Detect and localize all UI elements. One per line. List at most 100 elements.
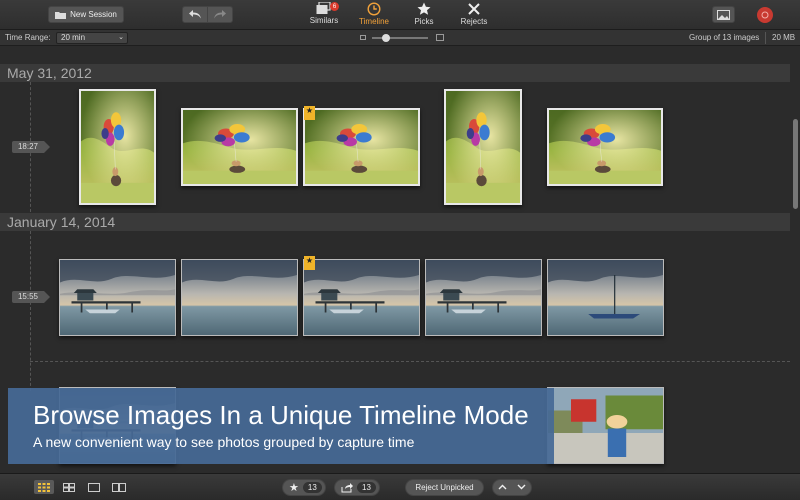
star-icon: ★ — [289, 482, 299, 494]
slider-handle[interactable] — [382, 34, 390, 42]
redo-button[interactable] — [207, 7, 232, 22]
new-session-label: New Session — [70, 10, 117, 19]
photo-image — [183, 110, 296, 184]
grid-small-icon — [38, 482, 50, 492]
photo-image — [426, 260, 541, 335]
time-range-select[interactable]: 20 min ⌄ — [56, 32, 128, 44]
toolbar: New Session 6 Similars Timeline Picks Re… — [0, 0, 800, 30]
photo-thumbnail[interactable] — [547, 259, 664, 336]
time-tag: 15:55 — [12, 291, 50, 303]
app-window: New Session 6 Similars Timeline Picks Re… — [0, 0, 800, 500]
small-thumbnail-icon — [360, 35, 366, 40]
share-count-button[interactable]: 13 — [334, 479, 380, 496]
clock-icon — [367, 2, 381, 16]
timeline-line — [30, 231, 31, 391]
bottom-bar: ★ 13 13 Reject Unpicked — [0, 473, 800, 500]
picks-count-button[interactable]: ★ 13 — [282, 479, 326, 496]
pick-flag: ★ — [304, 106, 315, 120]
image-icon — [717, 9, 730, 20]
chevron-up-icon[interactable] — [498, 483, 507, 492]
chevron-down-icon[interactable] — [517, 483, 526, 492]
navigate-group-buttons — [492, 479, 532, 496]
photo-image — [60, 260, 175, 335]
image-view-button[interactable] — [712, 6, 735, 23]
share-count: 13 — [357, 482, 376, 493]
undo-button[interactable] — [183, 7, 207, 22]
thumbnail-size-slider[interactable] — [360, 33, 444, 43]
view-grid-large-button[interactable] — [59, 480, 79, 494]
scrollbar-thumb[interactable] — [793, 119, 798, 209]
photo-thumbnail[interactable] — [547, 108, 663, 186]
grid-large-icon — [63, 482, 75, 492]
photo-thumbnail[interactable] — [547, 387, 664, 464]
filter-bar: Time Range: 20 min ⌄ Group of 13 images … — [0, 30, 800, 46]
mode-timeline[interactable]: Timeline — [350, 2, 398, 29]
time-range-label: Time Range: — [5, 33, 51, 42]
photo-image — [305, 110, 418, 184]
photo-image — [548, 388, 663, 463]
mode-rejects-label: Rejects — [460, 17, 488, 26]
history-nav — [182, 6, 233, 23]
photo-image — [548, 260, 663, 335]
view-grid-small-button[interactable] — [34, 480, 54, 494]
view-compare-button[interactable] — [109, 480, 129, 494]
mode-rejects[interactable]: Rejects — [450, 2, 498, 29]
date-header: May 31, 2012 — [0, 64, 790, 82]
compare-view-icon — [112, 482, 126, 492]
reject-unpicked-button[interactable]: Reject Unpicked — [405, 479, 484, 496]
similars-badge: 6 — [330, 2, 339, 11]
share-icon — [341, 482, 353, 492]
reject-unpicked-label: Reject Unpicked — [415, 483, 474, 492]
star-icon — [417, 2, 431, 15]
promo-banner: Browse Images In a Unique Timeline Mode … — [8, 388, 554, 464]
view-single-button[interactable] — [84, 480, 104, 494]
mode-similars-label: Similars — [309, 16, 339, 25]
group-time: 18:27 — [17, 142, 39, 151]
time-tag: 18:27 — [12, 141, 50, 153]
pick-flag: ★ — [304, 256, 315, 270]
picks-count: 13 — [302, 482, 322, 493]
photo-image — [446, 91, 520, 203]
mode-picks-label: Picks — [414, 17, 434, 26]
time-range-value: 20 min — [61, 33, 86, 42]
section-divider — [30, 361, 790, 362]
group-time: 15:55 — [17, 292, 39, 301]
star-icon: ★ — [305, 256, 314, 265]
mode-similars[interactable]: 6 Similars — [300, 2, 348, 29]
photo-thumbnail[interactable] — [79, 89, 156, 205]
photo-thumbnail[interactable] — [59, 259, 176, 336]
photo-thumbnail[interactable] — [303, 108, 420, 186]
star-icon: ★ — [305, 106, 314, 115]
photo-image — [81, 91, 154, 203]
photo-image — [549, 110, 661, 184]
section-date: January 14, 2014 — [7, 214, 116, 230]
slider-track — [372, 37, 428, 39]
record-icon — [761, 11, 769, 19]
single-view-icon — [88, 482, 100, 492]
close-icon — [468, 3, 480, 15]
photo-image — [304, 260, 419, 335]
photo-image — [182, 260, 297, 335]
vertical-scrollbar[interactable] — [791, 47, 800, 473]
undo-icon — [189, 10, 201, 19]
photo-thumbnail[interactable] — [181, 108, 298, 186]
photo-thumbnail[interactable] — [181, 259, 298, 336]
record-button[interactable] — [757, 7, 773, 23]
large-thumbnail-icon — [436, 34, 444, 41]
group-info: Group of 13 images — [689, 33, 760, 42]
mode-picks[interactable]: Picks — [400, 2, 448, 29]
banner-subtitle: A new convenient way to see photos group… — [33, 434, 415, 450]
chevron-down-icon: ⌄ — [118, 34, 124, 41]
divider — [765, 32, 766, 44]
date-header: January 14, 2014 — [0, 213, 790, 231]
photo-thumbnail[interactable] — [303, 259, 420, 336]
banner-title: Browse Images In a Unique Timeline Mode — [33, 400, 529, 430]
photo-thumbnail[interactable] — [425, 259, 542, 336]
mode-timeline-label: Timeline — [359, 17, 389, 26]
size-info: 20 MB — [772, 33, 796, 42]
redo-icon — [214, 10, 226, 19]
new-session-button[interactable]: New Session — [48, 6, 124, 23]
folder-icon — [55, 11, 67, 19]
photo-thumbnail[interactable] — [444, 89, 522, 205]
section-date: May 31, 2012 — [7, 65, 92, 81]
